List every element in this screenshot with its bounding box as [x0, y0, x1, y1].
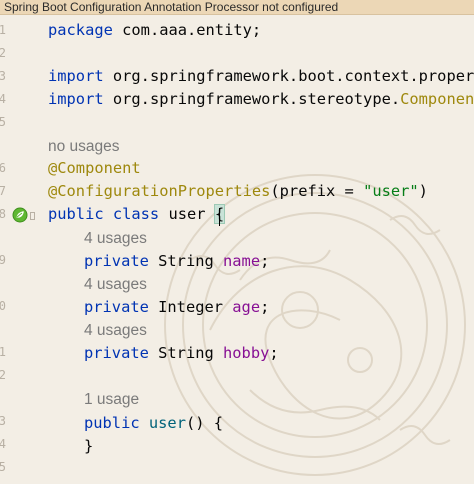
code-editor[interactable]: Spring Boot Configuration Annotation Pro… — [0, 0, 474, 484]
keyword: public — [84, 414, 140, 432]
code-line[interactable]: private String hobby; — [84, 342, 279, 365]
code-line[interactable]: @ConfigurationProperties(prefix = "user"… — [48, 180, 428, 203]
code-line[interactable]: @Component — [48, 157, 141, 180]
code-line[interactable]: public user() { — [84, 412, 223, 435]
code-line[interactable]: package com.aaa.entity; — [48, 19, 261, 42]
type-name: Integer — [148, 298, 233, 316]
code-text: org.springframework.boot.context.propert… — [103, 67, 474, 85]
usages-inlay-hint[interactable]: 4 usages — [84, 319, 147, 342]
keyword: private — [84, 298, 149, 316]
text-caret — [219, 208, 220, 226]
keyword: package — [48, 21, 113, 39]
imported-class: Component — [400, 90, 474, 108]
string-literal: "user" — [363, 182, 419, 200]
code-line[interactable]: public class user { — [48, 203, 226, 226]
usages-inlay-hint[interactable]: 4 usages — [84, 273, 147, 296]
field-name: name — [223, 252, 261, 270]
code-text: user — [159, 205, 215, 223]
code-text: ; — [269, 344, 279, 362]
code-text: org.springframework.stereotype. — [103, 90, 401, 108]
code-text: (prefix = — [270, 182, 364, 200]
code-text: com.aaa.entity; — [112, 21, 262, 39]
annotation: @Component — [48, 159, 141, 177]
keyword: import — [48, 90, 104, 108]
code-line[interactable]: private String name; — [84, 250, 269, 273]
code-line[interactable]: import org.springframework.boot.context.… — [48, 65, 474, 88]
field-name: hobby — [223, 344, 270, 362]
banner-text: Spring Boot Configuration Annotation Pro… — [4, 0, 339, 14]
code-text: ; — [260, 252, 270, 270]
code-line[interactable]: import org.springframework.stereotype.Co… — [48, 88, 474, 111]
code-text: () { — [185, 414, 224, 432]
code-text: } — [84, 437, 94, 455]
keyword: import — [48, 67, 104, 85]
annotation: @ConfigurationProperties — [48, 182, 271, 200]
type-name: String — [148, 252, 224, 270]
editor-notification-banner[interactable]: Spring Boot Configuration Annotation Pro… — [0, 0, 474, 15]
usages-inlay-hint[interactable]: 1 usage — [84, 388, 139, 411]
keyword: private — [84, 252, 149, 270]
code-line[interactable]: private Integer age; — [84, 296, 269, 319]
code-area[interactable]: package com.aaa.entity; import org.sprin… — [0, 0, 474, 484]
usages-inlay-hint[interactable]: no usages — [48, 135, 120, 158]
code-text: ; — [260, 298, 270, 316]
keyword: private — [84, 344, 149, 362]
usages-inlay-hint[interactable]: 4 usages — [84, 227, 147, 250]
constructor-name: user — [148, 414, 186, 432]
field-name: age — [232, 298, 261, 316]
code-line[interactable]: } — [84, 435, 93, 458]
keyword: public class — [48, 205, 160, 223]
type-name: String — [148, 344, 224, 362]
code-text: ) — [418, 182, 428, 200]
